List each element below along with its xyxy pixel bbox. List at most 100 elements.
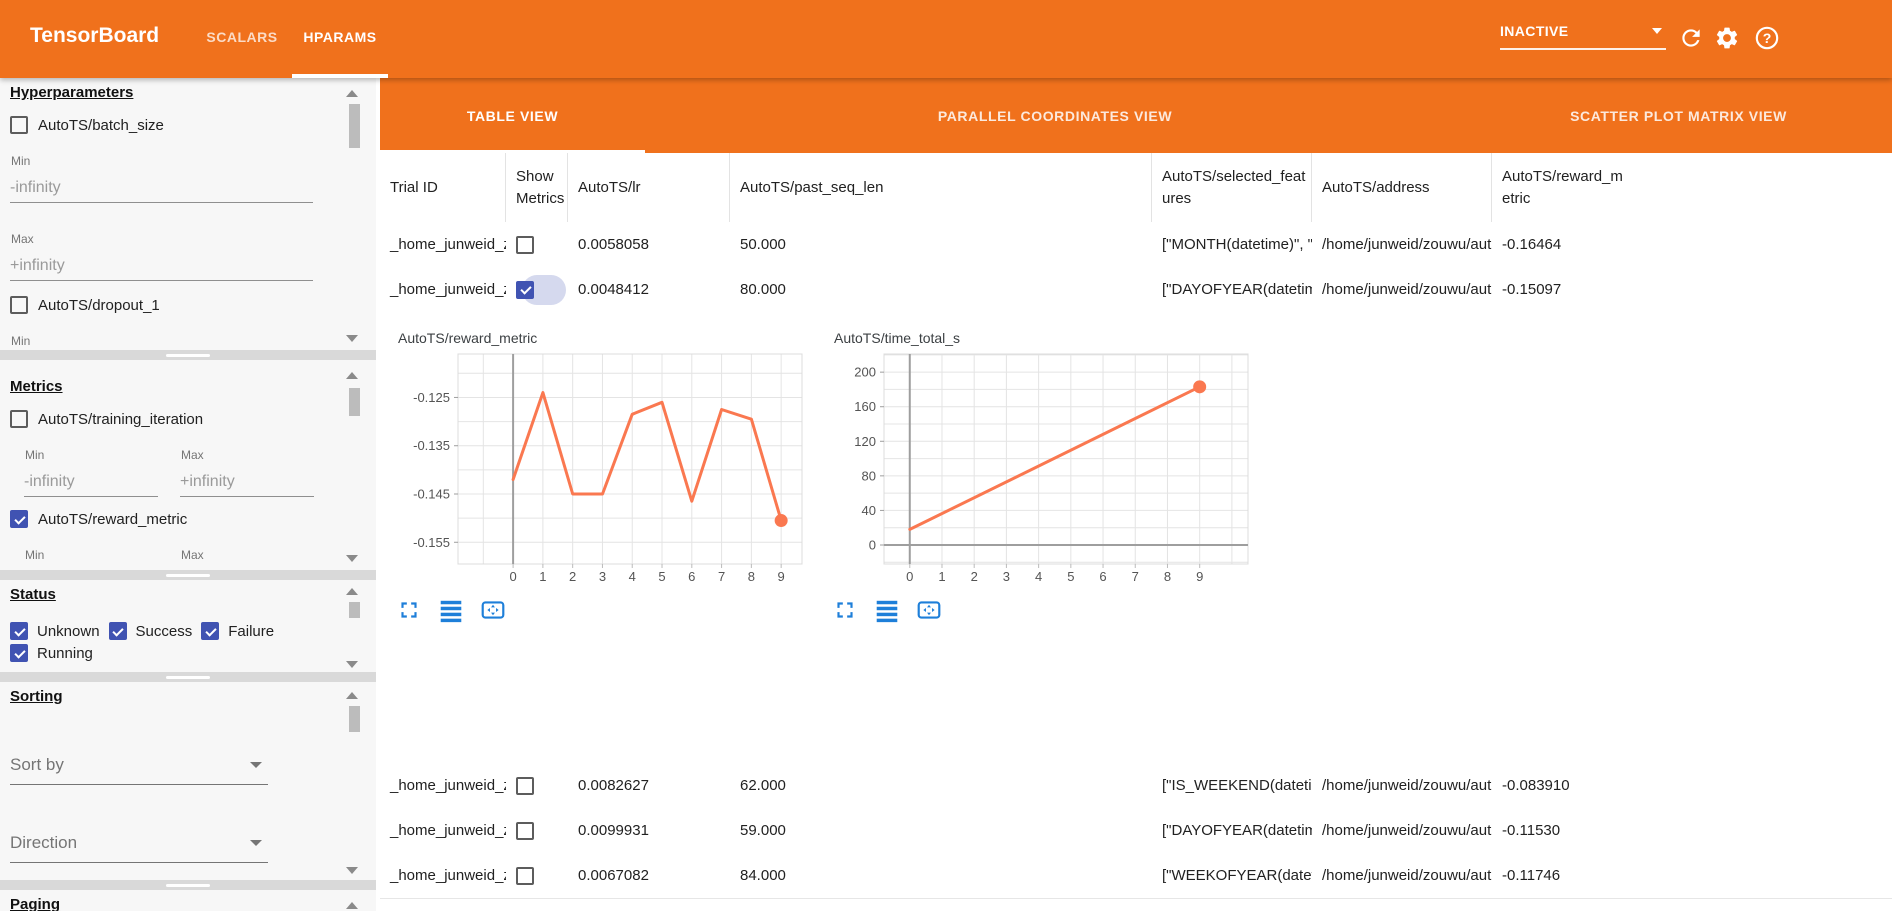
lr-cell: 0.0067082 — [568, 853, 730, 898]
checkbox[interactable] — [10, 644, 28, 662]
column-header-show-metrics[interactable]: Show Metrics — [506, 153, 568, 222]
svg-text:5: 5 — [658, 569, 665, 584]
scroll-down-icon[interactable] — [346, 335, 358, 342]
svg-text:4: 4 — [629, 569, 636, 584]
svg-text:-0.145: -0.145 — [413, 487, 450, 502]
dropdown-arrow-icon — [1652, 28, 1662, 34]
svg-text:7: 7 — [1132, 569, 1139, 584]
time-total-line-chart[interactable]: 040801201602000123456789 — [824, 346, 1254, 586]
column-header-reward-metric[interactable]: AutoTS/reward_metric — [1492, 153, 1892, 222]
table-row[interactable]: _home_junweid_z… 0.0048412 80.000 ["DAYO… — [380, 267, 1892, 313]
reward-metric-cell: -0.083910 — [1492, 763, 1892, 808]
scroll-up-icon[interactable] — [346, 90, 358, 97]
min-input[interactable]: -infinity — [10, 174, 313, 203]
checkbox[interactable] — [10, 116, 28, 134]
help-icon[interactable]: ? — [1754, 25, 1780, 51]
hyperparameters-section: Hyperparameters AutoTS/batch_size Min -i… — [0, 78, 376, 350]
paging-heading: Paging — [10, 896, 60, 911]
trial-id-cell: _home_junweid_z… — [380, 763, 506, 808]
tab-parallel-coordinates-view[interactable]: PARALLEL COORDINATES VIEW — [645, 78, 1465, 153]
checkbox[interactable] — [10, 296, 28, 314]
tab-scatter-plot-matrix-view[interactable]: SCATTER PLOT MATRIX VIEW — [1465, 78, 1892, 153]
address-cell: /home/junweid/zouwu/aut… — [1312, 267, 1492, 312]
run-status-select[interactable]: INACTIVE — [1500, 14, 1666, 50]
scroll-up-icon[interactable] — [346, 372, 358, 379]
settings-gear-icon[interactable] — [1714, 25, 1740, 51]
fullscreen-icon[interactable] — [396, 597, 422, 623]
svg-text:120: 120 — [854, 434, 876, 449]
column-header-selected-features[interactable]: AutoTS/selected_features — [1152, 153, 1312, 222]
svg-text:8: 8 — [1164, 569, 1171, 584]
section-resize-handle[interactable] — [0, 570, 376, 580]
column-header-lr[interactable]: AutoTS/lr — [568, 153, 730, 222]
tab-hparams[interactable]: HPARAMS — [292, 0, 388, 74]
column-header-address[interactable]: AutoTS/address — [1312, 153, 1492, 222]
svg-text:6: 6 — [1099, 569, 1106, 584]
scrollbar-thumb[interactable] — [349, 388, 360, 416]
scrollbar-thumb[interactable] — [349, 706, 360, 732]
checkbox[interactable] — [10, 510, 28, 528]
show-metrics-checkbox[interactable] — [516, 777, 534, 795]
section-resize-handle[interactable] — [0, 350, 376, 360]
axis-list-icon[interactable] — [874, 597, 900, 623]
fit-domain-icon[interactable] — [916, 597, 942, 623]
scroll-down-icon[interactable] — [346, 555, 358, 562]
reward-metric-line-chart[interactable]: -0.125-0.135-0.145-0.1550123456789 — [388, 346, 808, 586]
checkbox[interactable] — [10, 410, 28, 428]
metric-label[interactable]: AutoTS/reward_metric — [38, 511, 187, 528]
checkbox[interactable] — [201, 622, 219, 640]
min-input[interactable]: -infinity — [24, 468, 158, 497]
tab-scalars[interactable]: SCALARS — [196, 0, 288, 74]
refresh-icon[interactable] — [1678, 25, 1704, 51]
svg-text:3: 3 — [599, 569, 606, 584]
table-row[interactable]: _home_junweid_z… 0.0099931 59.000 ["DAYO… — [380, 808, 1892, 854]
section-resize-handle[interactable] — [0, 880, 376, 890]
table-row[interactable]: _home_junweid_z… 0.0067082 84.000 ["WEEK… — [380, 853, 1892, 899]
status-label[interactable]: Running — [37, 645, 93, 662]
past-seq-len-cell: 59.000 — [730, 808, 1152, 853]
scroll-up-icon[interactable] — [346, 588, 358, 595]
checkbox[interactable] — [10, 622, 28, 640]
sort-by-select[interactable]: Sort by — [10, 746, 268, 785]
status-label[interactable]: Success — [136, 623, 193, 640]
scroll-up-icon[interactable] — [346, 902, 358, 909]
column-header-trial-id[interactable]: Trial ID — [380, 153, 506, 222]
status-label[interactable]: Unknown — [37, 623, 100, 640]
min-label: Min — [11, 334, 30, 348]
max-input[interactable]: +infinity — [180, 468, 314, 497]
show-metrics-checkbox[interactable] — [516, 236, 534, 254]
table-row[interactable]: _home_junweid_z… 0.0082627 62.000 ["IS_W… — [380, 763, 1892, 809]
section-resize-handle[interactable] — [0, 672, 376, 682]
scroll-down-icon[interactable] — [346, 867, 358, 874]
show-metrics-checkbox[interactable] — [516, 867, 534, 885]
status-label[interactable]: Failure — [228, 623, 274, 640]
axis-list-icon[interactable] — [438, 597, 464, 623]
tab-table-view[interactable]: TABLE VIEW — [380, 78, 645, 153]
svg-text:8: 8 — [748, 569, 755, 584]
checkbox[interactable] — [109, 622, 127, 640]
reward-metric-cell: -0.15097 — [1492, 267, 1892, 312]
metric-label[interactable]: AutoTS/training_iteration — [38, 411, 203, 428]
max-label: Max — [181, 548, 204, 562]
direction-select[interactable]: Direction — [10, 824, 268, 863]
scroll-down-icon[interactable] — [346, 661, 358, 668]
param-label[interactable]: AutoTS/dropout_1 — [38, 297, 160, 314]
show-metrics-checkbox[interactable] — [516, 822, 534, 840]
table-row[interactable]: _home_junweid_z… 0.0058058 50.000 ["MONT… — [380, 222, 1892, 268]
status-heading: Status — [10, 586, 56, 603]
show-metrics-checkbox[interactable] — [516, 281, 534, 299]
param-label[interactable]: AutoTS/batch_size — [38, 117, 164, 134]
svg-text:1: 1 — [938, 569, 945, 584]
active-tab-underline — [292, 74, 388, 78]
scrollbar-thumb[interactable] — [349, 602, 360, 618]
column-header-past-seq-len[interactable]: AutoTS/past_seq_len — [730, 153, 1152, 222]
max-input[interactable]: +infinity — [10, 252, 313, 281]
reward-metric-cell: -0.16464 — [1492, 222, 1892, 267]
fit-domain-icon[interactable] — [480, 597, 506, 623]
scrollbar-thumb[interactable] — [349, 104, 360, 148]
fullscreen-icon[interactable] — [832, 597, 858, 623]
selected-features-cell: ["WEEKOFYEAR(dateti… — [1152, 853, 1312, 898]
metrics-section: Metrics AutoTS/training_iteration Min Ma… — [0, 360, 376, 570]
scroll-up-icon[interactable] — [346, 692, 358, 699]
svg-text:0: 0 — [509, 569, 516, 584]
